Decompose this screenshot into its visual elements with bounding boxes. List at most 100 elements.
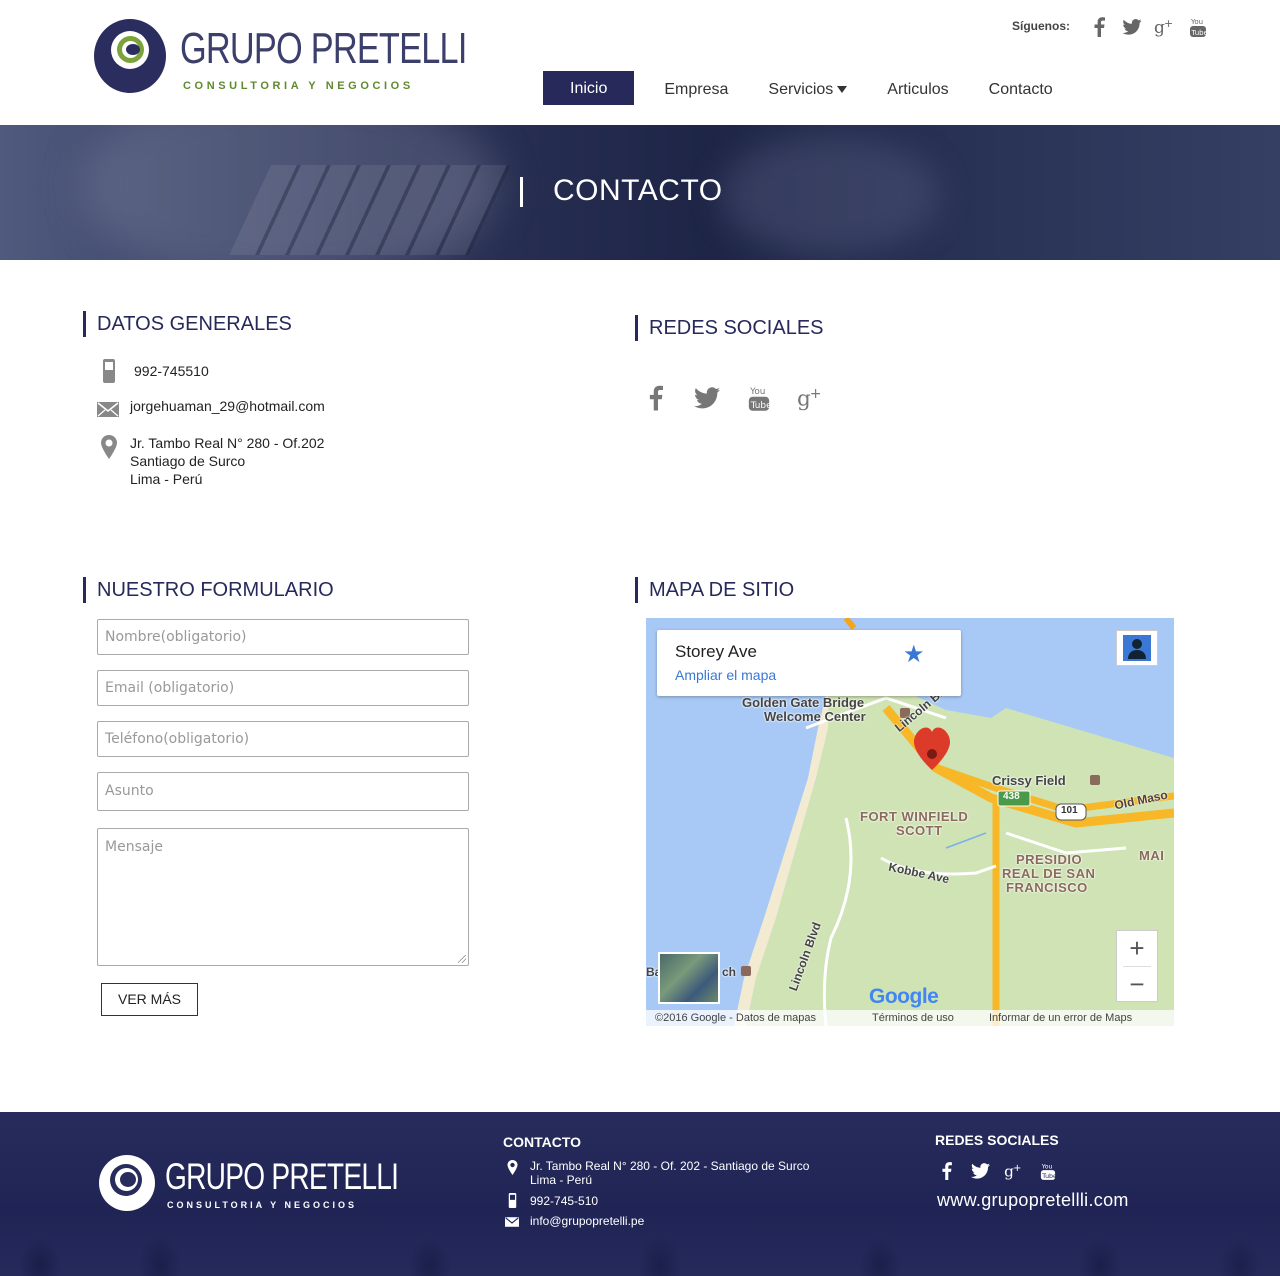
google-logo: Google bbox=[869, 985, 939, 1009]
contact-phone-row: 992-745510 bbox=[101, 358, 209, 384]
svg-text:+: + bbox=[1164, 17, 1173, 30]
map-label-presidio-2: REAL DE SAN bbox=[1002, 866, 1096, 881]
resize-handle-icon[interactable] bbox=[458, 955, 466, 963]
nav-articulos[interactable]: Articulos bbox=[867, 71, 968, 105]
twitter-icon[interactable] bbox=[1121, 16, 1143, 38]
mobile-phone-icon bbox=[101, 358, 117, 384]
mensaje-textarea[interactable]: Mensaje bbox=[97, 828, 469, 966]
map-label-beach-b: ch bbox=[722, 965, 737, 979]
footer-website[interactable]: www.grupopretellli.com bbox=[937, 1190, 1129, 1211]
street-view-person-icon[interactable] bbox=[1116, 630, 1158, 666]
svg-text:+: + bbox=[810, 386, 822, 402]
svg-text:Tube: Tube bbox=[1191, 29, 1208, 37]
footer-contact-heading: CONTACTO bbox=[503, 1134, 582, 1150]
brand-name: GRUPO PRETELLI bbox=[180, 24, 467, 73]
contact-email[interactable]: jorgehuaman_29@hotmail.com bbox=[130, 398, 325, 414]
envelope-icon bbox=[97, 400, 119, 418]
facebook-icon[interactable] bbox=[1088, 16, 1110, 38]
footer-email-row: info@grupopretelli.pe bbox=[505, 1214, 644, 1228]
contact-email-row: jorgehuaman_29@hotmail.com bbox=[97, 398, 325, 418]
address-line-1: Jr. Tambo Real N° 280 - Of.202 bbox=[130, 435, 325, 451]
zoom-in-button[interactable]: + bbox=[1117, 931, 1157, 966]
svg-text:Tube: Tube bbox=[750, 401, 771, 411]
youtube-icon[interactable]: You Tube bbox=[744, 381, 774, 415]
banner-divider bbox=[520, 177, 523, 207]
twitter-icon[interactable] bbox=[692, 381, 722, 415]
star-icon[interactable]: ★ bbox=[903, 640, 925, 669]
footer-email[interactable]: info@grupopretelli.pe bbox=[530, 1214, 644, 1228]
map-enlarge-link[interactable]: Ampliar el mapa bbox=[675, 667, 776, 683]
nav-contacto[interactable]: Contacto bbox=[969, 71, 1073, 105]
highway-438-label: 438 bbox=[1003, 791, 1020, 802]
google-logo-text: Google bbox=[869, 985, 939, 1008]
nav-servicios-label: Servicios bbox=[768, 81, 834, 98]
footer-logo-mark-icon bbox=[99, 1155, 155, 1211]
mobile-phone-icon bbox=[507, 1192, 517, 1208]
footer-brand-tagline: CONSULTORIA Y NEGOCIOS bbox=[167, 1200, 358, 1210]
map-label-welcome: Welcome Center bbox=[764, 709, 866, 724]
follow-label: Síguenos: bbox=[1012, 19, 1071, 33]
svg-text:You: You bbox=[1190, 18, 1203, 26]
google-plus-icon[interactable]: g + bbox=[1004, 1160, 1024, 1182]
footer-phone-row: 992-745-510 bbox=[507, 1192, 598, 1208]
map-report-link[interactable]: Informar de un error de Maps bbox=[989, 1010, 1132, 1026]
footer-social-links: g + You Tube bbox=[936, 1160, 1058, 1182]
footer-phone: 992-745-510 bbox=[530, 1194, 599, 1208]
map-label-mai: MAI bbox=[1139, 848, 1165, 863]
brand-tagline: CONSULTORIA Y NEGOCIOS bbox=[183, 80, 414, 92]
telefono-input[interactable]: Teléfono(obligatorio) bbox=[97, 721, 469, 757]
submit-button[interactable]: VER MÁS bbox=[101, 983, 198, 1016]
google-plus-icon[interactable]: g + bbox=[796, 381, 826, 415]
map-attribution: ©2016 Google - Datos de mapas Términos d… bbox=[646, 1010, 1174, 1026]
map-copyright: ©2016 Google - Datos de mapas bbox=[655, 1012, 816, 1024]
map-label-golden-gate: Golden Gate Bridge bbox=[742, 695, 865, 710]
formulario-heading: NUESTRO FORMULARIO bbox=[83, 577, 334, 603]
datos-generales-heading: DATOS GENERALES bbox=[83, 311, 292, 337]
nav-servicios[interactable]: Servicios bbox=[748, 71, 867, 105]
footer-social-heading: REDES SOCIALES bbox=[935, 1132, 1059, 1148]
map-label-fort-1: FORT WINFIELD bbox=[860, 809, 969, 824]
map-place-title: Storey Ave bbox=[675, 642, 757, 661]
footer-address-row: Jr. Tambo Real N° 280 - Of. 202 - Santia… bbox=[506, 1159, 809, 1187]
svg-text:+: + bbox=[1013, 1163, 1021, 1174]
footer-address-line-1: Jr. Tambo Real N° 280 - Of. 202 - Santia… bbox=[530, 1159, 810, 1173]
contact-address: Jr. Tambo Real N° 280 - Of.202 Santiago … bbox=[130, 434, 324, 488]
email-input[interactable]: Email (obligatorio) bbox=[97, 670, 469, 706]
redes-sociales-heading: REDES SOCIALES bbox=[635, 315, 824, 341]
footer-address: Jr. Tambo Real N° 280 - Of. 202 - Santia… bbox=[530, 1159, 809, 1187]
site-header: GRUPO PRETELLI CONSULTORIA Y NEGOCIOS Sí… bbox=[0, 0, 1280, 125]
nav-empresa[interactable]: Empresa bbox=[644, 71, 748, 105]
nav-inicio[interactable]: Inicio bbox=[543, 71, 635, 105]
header-social-links: g + You Tube bbox=[1088, 16, 1209, 38]
twitter-icon[interactable] bbox=[970, 1160, 990, 1182]
footer-address-line-2: Lima - Perú bbox=[530, 1173, 593, 1187]
envelope-icon bbox=[505, 1216, 519, 1228]
map-info-card: Storey Ave Ampliar el mapa ★ bbox=[657, 630, 961, 696]
address-line-2: Santiago de Surco bbox=[130, 453, 246, 469]
page-banner: CONTACTO bbox=[0, 125, 1280, 260]
map-label-presidio-3: FRANCISCO bbox=[1006, 880, 1088, 895]
google-plus-icon[interactable]: g + bbox=[1154, 16, 1176, 38]
map-zoom-controls: + − bbox=[1116, 930, 1158, 1002]
embedded-map[interactable]: Golden Gate Bridge Welcome Center Lincol… bbox=[646, 618, 1174, 1026]
caret-down-icon bbox=[837, 86, 848, 93]
social-links: You Tube g + bbox=[640, 381, 826, 415]
facebook-icon[interactable] bbox=[640, 381, 670, 415]
svg-text:Tube: Tube bbox=[1041, 1173, 1056, 1180]
satellite-toggle[interactable] bbox=[658, 952, 720, 1004]
zoom-out-button[interactable]: − bbox=[1117, 967, 1157, 1002]
location-pin-icon bbox=[100, 434, 118, 460]
map-label-fort-2: SCOTT bbox=[896, 823, 943, 838]
brand-logo[interactable]: GRUPO PRETELLI CONSULTORIA Y NEGOCIOS bbox=[94, 19, 467, 99]
map-label-presidio-1: PRESIDIO bbox=[1016, 852, 1083, 867]
facebook-icon[interactable] bbox=[936, 1160, 956, 1182]
main-nav: Inicio Empresa Servicios Articulos Conta… bbox=[543, 71, 1073, 105]
youtube-icon[interactable]: You Tube bbox=[1038, 1160, 1058, 1182]
asunto-input[interactable]: Asunto bbox=[97, 772, 469, 811]
contact-address-row: Jr. Tambo Real N° 280 - Of.202 Santiago … bbox=[100, 434, 324, 488]
svg-text:You: You bbox=[1041, 1163, 1053, 1170]
nombre-input[interactable]: Nombre(obligatorio) bbox=[97, 619, 469, 655]
page-title: CONTACTO bbox=[553, 174, 723, 207]
map-terms-link[interactable]: Términos de uso bbox=[872, 1010, 954, 1026]
youtube-icon[interactable]: You Tube bbox=[1187, 16, 1209, 38]
